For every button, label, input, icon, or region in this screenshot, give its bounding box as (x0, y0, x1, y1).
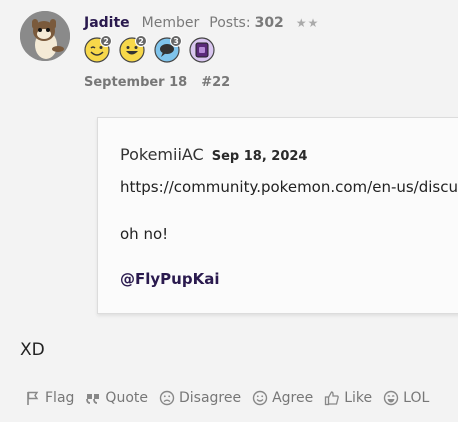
quote-label: Quote (105, 390, 148, 406)
quote-icon (86, 394, 100, 404)
flag-icon (27, 391, 39, 405)
avatar[interactable] (20, 11, 70, 61)
smile-face-icon (252, 390, 268, 406)
agree-button[interactable]: Agree (252, 390, 313, 406)
thumbs-up-icon (325, 391, 340, 406)
badge-count: 2 (135, 35, 147, 47)
disagree-button[interactable]: Disagree (159, 390, 241, 406)
quote-mention[interactable]: @FlyPupKai (120, 270, 219, 288)
post-author-line: Jadite Member Posts: 302 ★★ (84, 15, 319, 31)
user-role: Member (141, 15, 200, 31)
flag-label: Flag (45, 390, 75, 406)
quote-block: PokemiiAC Sep 18, 2024 https://community… (97, 117, 458, 314)
badge-count: 2 (100, 35, 112, 47)
speech-bubble-badge-icon[interactable]: 3 (154, 35, 182, 63)
rank-stars: ★★ (295, 16, 320, 30)
quote-button[interactable]: Quote (85, 390, 148, 406)
post-date[interactable]: September 18 (84, 75, 187, 90)
lol-button[interactable]: LOL (383, 390, 429, 406)
post-number[interactable]: #22 (201, 75, 230, 90)
quote-date: Sep 18, 2024 (211, 149, 308, 164)
post-actions: Flag Quote Disagree Agree Like LOL (25, 390, 429, 406)
username[interactable]: Jadite (84, 15, 130, 31)
disagree-label: Disagree (178, 390, 242, 406)
badge-count: 3 (170, 35, 182, 47)
agree-label: Agree (272, 390, 314, 406)
reply-text: XD (20, 340, 45, 360)
like-button[interactable]: Like (324, 390, 372, 406)
frown-face-icon (159, 390, 175, 406)
grinning-emoji-badge-icon[interactable]: 2 (119, 35, 147, 63)
like-label: Like (344, 390, 373, 406)
winking-emoji-badge-icon[interactable]: 2 (84, 35, 112, 63)
quote-header: PokemiiAC Sep 18, 2024 (120, 145, 307, 164)
laugh-face-icon (383, 390, 399, 406)
post-meta: September 18 #22 (84, 75, 230, 90)
quote-link[interactable]: https://community.pokemon.com/en-us/disc… (120, 178, 458, 196)
lol-label: LOL (403, 390, 430, 406)
badge-list: 2 2 3 (84, 35, 215, 63)
posts-count: 302 (254, 15, 284, 31)
quote-author[interactable]: PokemiiAC (120, 145, 204, 164)
quote-text: oh no! (120, 225, 169, 243)
posts-label: Posts: (209, 15, 251, 31)
flag-button[interactable]: Flag (25, 390, 74, 406)
purple-card-badge-icon[interactable] (189, 37, 215, 63)
